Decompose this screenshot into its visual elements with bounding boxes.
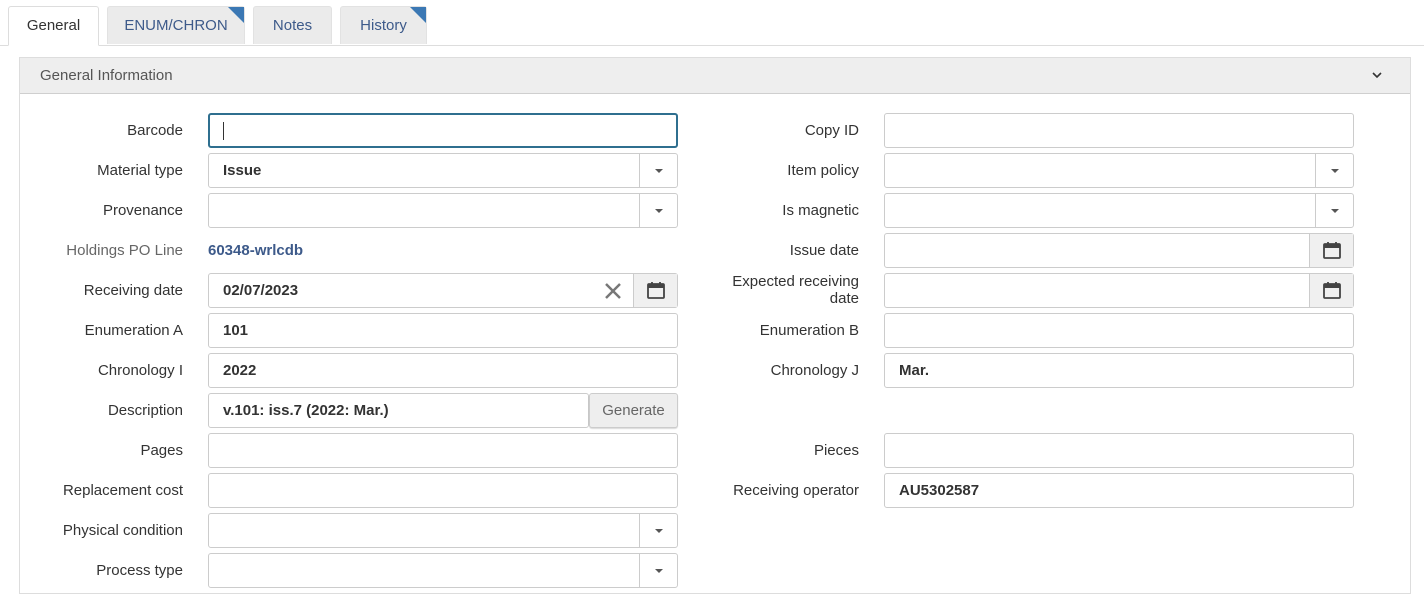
is-magnetic-dropdown-button[interactable] (1315, 194, 1353, 227)
chronology-j-value: Mar. (899, 362, 930, 379)
material-type-value: Issue (223, 162, 262, 179)
is-magnetic-label: Is magnetic (782, 202, 859, 219)
tab-indicator-icon (410, 7, 426, 23)
receiving-operator-value: AU5302587 (899, 482, 980, 499)
tab-history[interactable]: History (340, 6, 427, 44)
holdings-po-line-link[interactable]: 60348-wrlcdb (208, 242, 303, 260)
material-type-label: Material type (97, 162, 183, 179)
enumeration-b-label: Enumeration B (759, 322, 859, 339)
expected-receiving-date-label-line1: Expected receiving (732, 273, 859, 290)
process-type-dropdown-button[interactable] (639, 554, 677, 587)
generate-button[interactable]: Generate (589, 393, 678, 428)
material-type-dropdown-button[interactable] (639, 154, 677, 187)
expected-receiving-date-input[interactable] (884, 273, 1354, 308)
description-input[interactable]: v.101: iss.7 (2022: Mar.) (208, 393, 589, 428)
chronology-i-label: Chronology I (97, 362, 183, 379)
item-policy-dropdown-button[interactable] (1315, 154, 1353, 187)
chevron-down-icon[interactable] (1370, 68, 1384, 82)
pieces-input[interactable] (884, 433, 1354, 468)
barcode-input[interactable] (208, 113, 678, 148)
chronology-i-input[interactable]: 2022 (208, 353, 678, 388)
physical-condition-label: Physical condition (62, 522, 183, 539)
physical-condition-select[interactable] (208, 513, 678, 548)
receiving-operator-input[interactable]: AU5302587 (884, 473, 1354, 508)
calendar-icon (647, 282, 665, 299)
receiving-operator-label: Receiving operator (733, 482, 859, 499)
receiving-date-calendar-button[interactable] (633, 274, 677, 307)
receiving-date-input[interactable]: 02/07/2023 (208, 273, 678, 308)
tab-general-label: General (26, 17, 81, 34)
enumeration-b-input[interactable] (884, 313, 1354, 348)
enumeration-a-input[interactable]: 101 (208, 313, 678, 348)
calendar-icon (1323, 282, 1341, 299)
item-editor-page: General ENUM/CHRON Notes History General… (0, 0, 1424, 601)
provenance-label: Provenance (102, 202, 183, 219)
chronology-j-input[interactable]: Mar. (884, 353, 1354, 388)
tab-history-label: History (360, 17, 407, 34)
issue-date-label: Issue date (789, 242, 859, 259)
item-policy-select[interactable] (884, 153, 1354, 188)
chronology-j-label: Chronology J (770, 362, 859, 379)
caret-down-icon (1331, 209, 1339, 213)
copy-id-label: Copy ID (804, 122, 859, 139)
expected-receiving-date-label-line2: date (829, 290, 859, 307)
enumeration-a-value: 101 (223, 322, 249, 339)
tab-indicator-icon (228, 7, 244, 23)
tab-notes[interactable]: Notes (253, 6, 332, 44)
receiving-date-label: Receiving date (83, 282, 183, 299)
section-header[interactable]: General Information (20, 58, 1410, 94)
tab-bar: General ENUM/CHRON Notes History (0, 0, 1424, 46)
holdings-po-line-label: Holdings PO Line (66, 242, 183, 259)
physical-condition-dropdown-button[interactable] (639, 514, 677, 547)
caret-down-icon (655, 569, 663, 573)
caret-down-icon (655, 209, 663, 213)
pages-input[interactable] (208, 433, 678, 468)
caret-down-icon (655, 529, 663, 533)
pages-label: Pages (140, 442, 183, 459)
text-cursor (223, 122, 224, 140)
caret-down-icon (1331, 169, 1339, 173)
process-type-select[interactable] (208, 553, 678, 588)
tab-general[interactable]: General (8, 6, 99, 46)
replacement-cost-input[interactable] (208, 473, 678, 508)
calendar-icon (1323, 242, 1341, 259)
is-magnetic-select[interactable] (884, 193, 1354, 228)
receiving-date-value: 02/07/2023 (223, 282, 299, 299)
replacement-cost-label: Replacement cost (62, 482, 183, 499)
issue-date-input[interactable] (884, 233, 1354, 268)
tab-enum-chron-label: ENUM/CHRON (124, 17, 228, 34)
copy-id-input[interactable] (884, 113, 1354, 148)
enumeration-a-label: Enumeration A (84, 322, 183, 339)
provenance-select[interactable] (208, 193, 678, 228)
expected-receiving-date-calendar-button[interactable] (1309, 274, 1353, 307)
description-label: Description (107, 402, 183, 419)
description-value: v.101: iss.7 (2022: Mar.) (223, 402, 389, 419)
chronology-i-value: 2022 (223, 362, 257, 379)
section-title: General Information (40, 67, 173, 84)
issue-date-calendar-button[interactable] (1309, 234, 1353, 267)
provenance-dropdown-button[interactable] (639, 194, 677, 227)
tab-notes-label: Notes (272, 17, 313, 34)
process-type-label: Process type (96, 562, 183, 579)
expected-receiving-date-label: Expected receiving date (700, 273, 859, 307)
caret-down-icon (655, 169, 663, 173)
pieces-label: Pieces (813, 442, 859, 459)
tab-enum-chron[interactable]: ENUM/CHRON (107, 6, 245, 44)
item-policy-label: Item policy (787, 162, 859, 179)
barcode-label: Barcode (127, 122, 183, 139)
material-type-select[interactable]: Issue (208, 153, 678, 188)
clear-icon[interactable] (604, 282, 622, 300)
